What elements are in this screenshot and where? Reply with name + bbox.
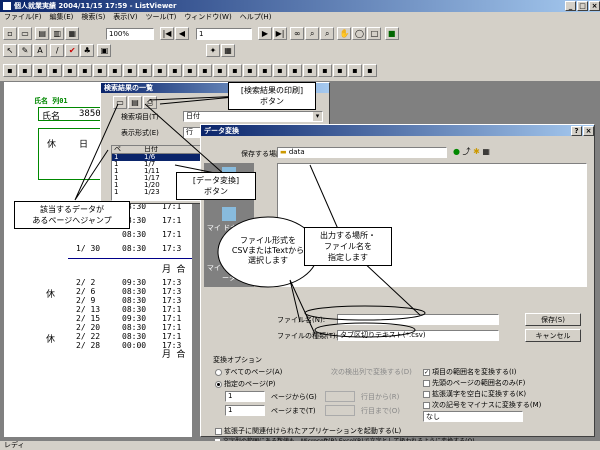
filetype-highlight bbox=[314, 322, 416, 338]
callout-convert: [データ変換] ボタン bbox=[176, 172, 256, 200]
filename-highlight bbox=[304, 305, 426, 321]
convert-pointer bbox=[144, 103, 226, 176]
callout-format: ファイル形式を CSVまたはTextから 選択します bbox=[231, 236, 305, 265]
callout-jump: 該当するデータが あるページへジャンプ bbox=[14, 201, 130, 229]
format-pointer bbox=[289, 279, 316, 335]
callout-output: 出力する場所・ ファイル名を 指定します bbox=[304, 227, 392, 266]
jump-pointer bbox=[74, 103, 119, 201]
callout-print: [検索結果の印刷] ボタン bbox=[228, 82, 316, 110]
